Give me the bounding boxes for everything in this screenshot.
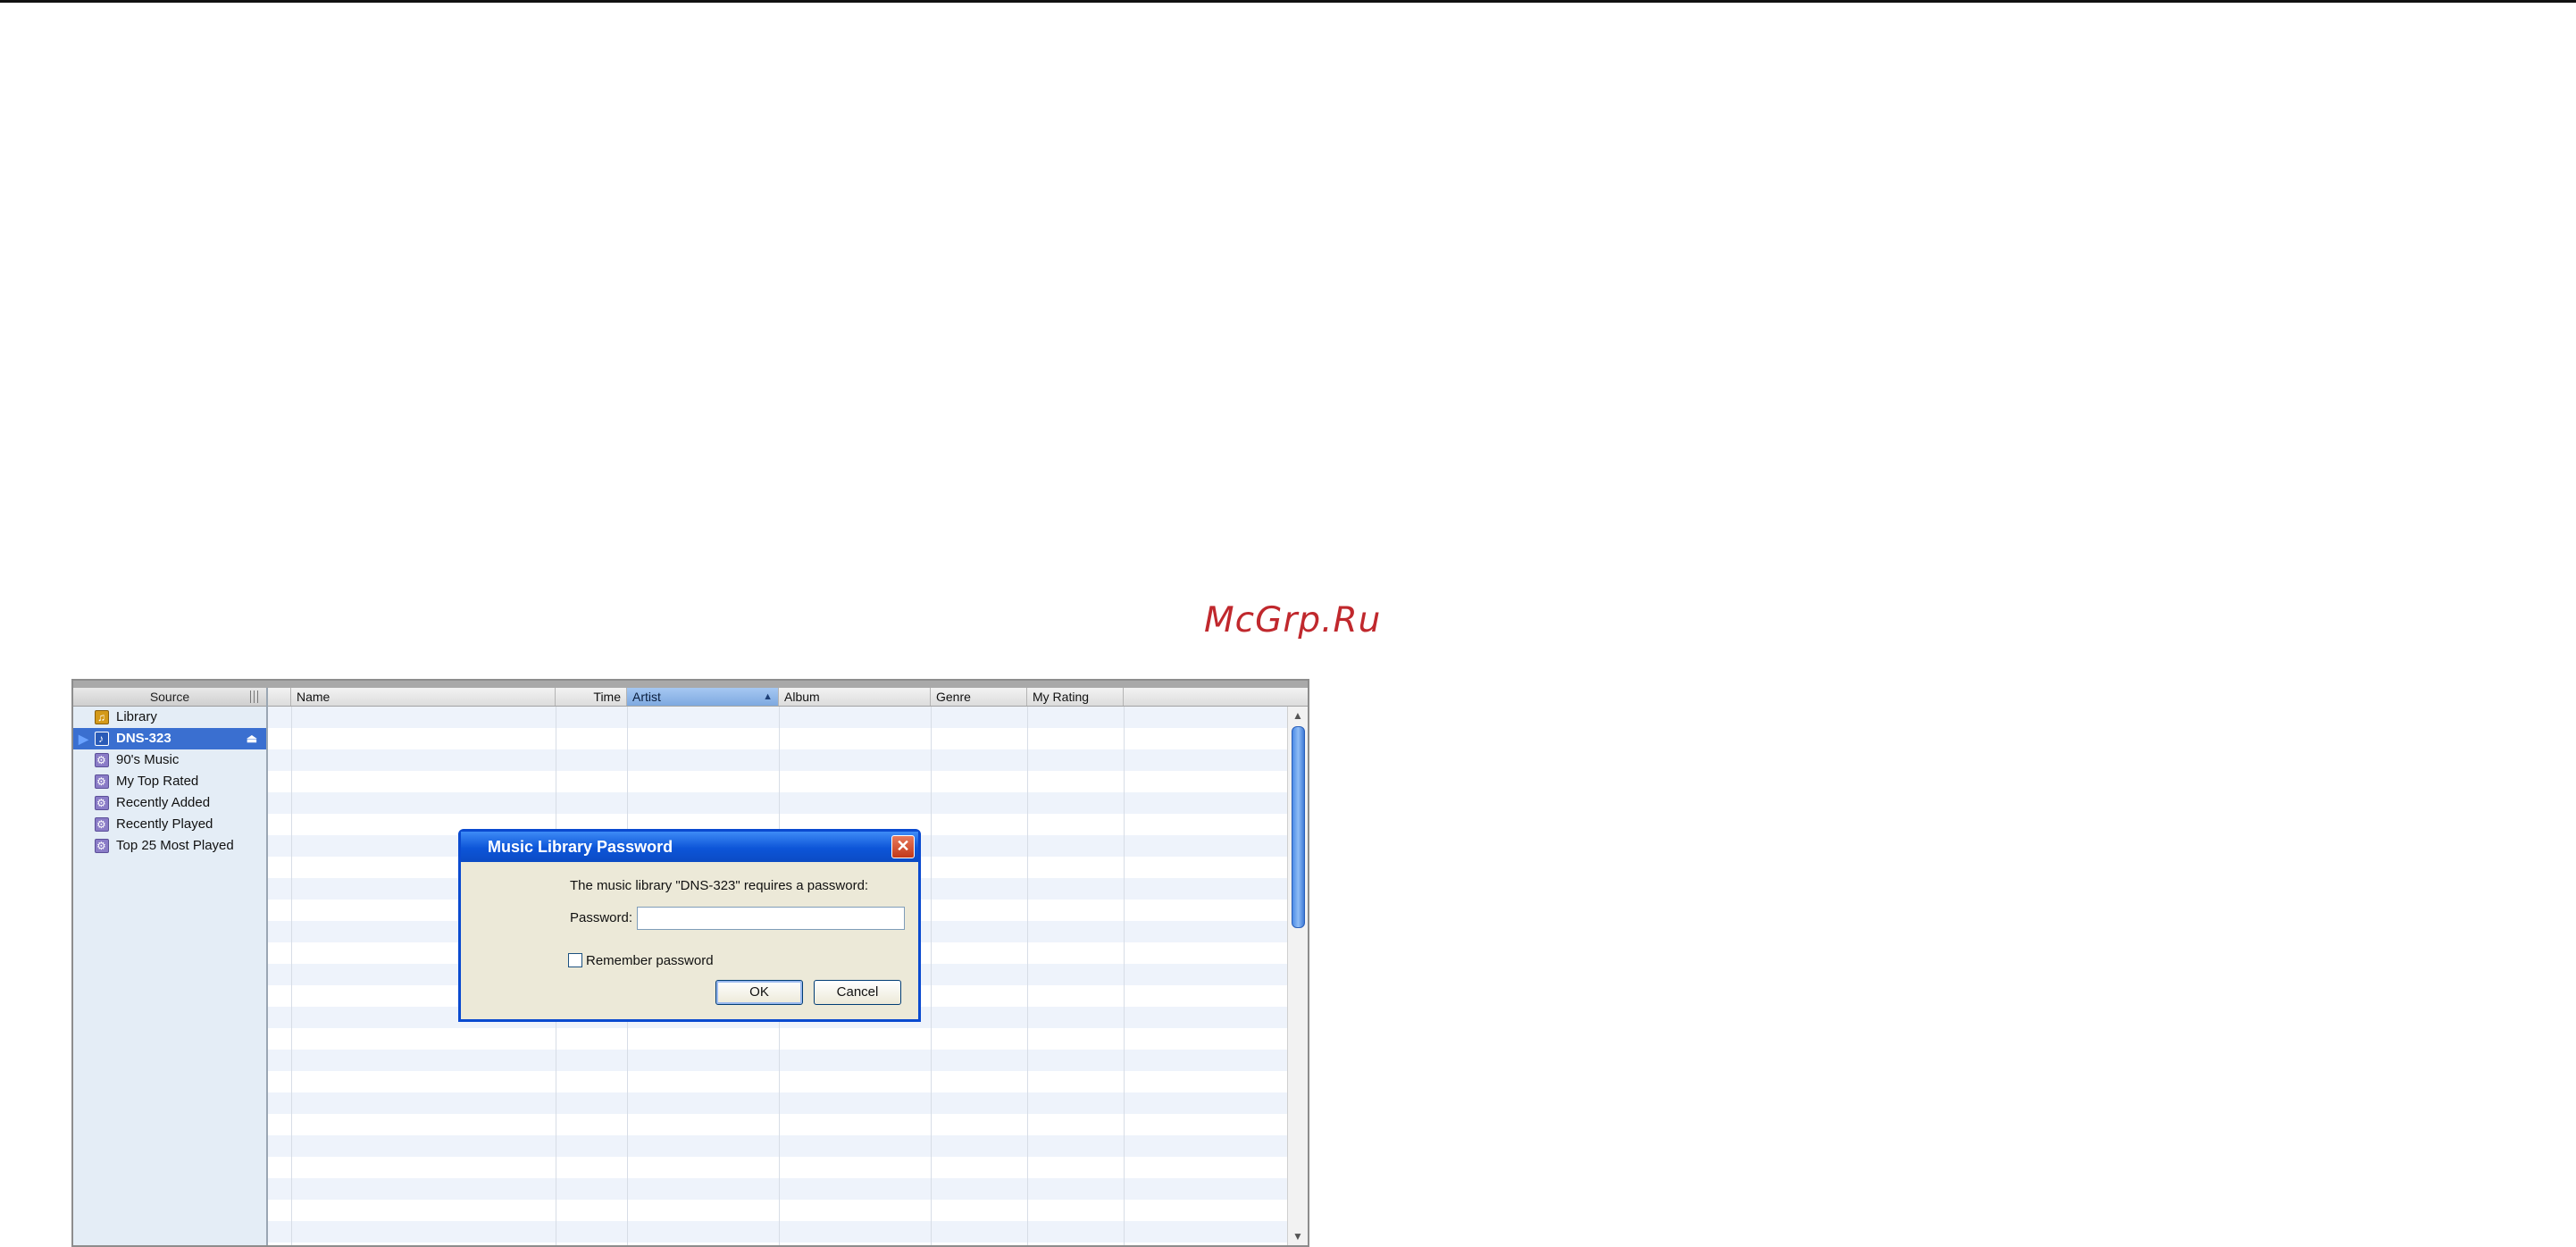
source-item-dns-323[interactable]: ▶ DNS-323 ⏏ bbox=[73, 728, 266, 749]
sort-ascending-icon: ▲ bbox=[763, 691, 773, 702]
ok-button[interactable]: OK bbox=[715, 980, 803, 1005]
password-dialog: Music Library Password ✕ The music libra… bbox=[458, 829, 921, 1022]
column-header-check[interactable] bbox=[268, 688, 291, 706]
dialog-title: Music Library Password bbox=[461, 832, 918, 862]
column-header-artist[interactable]: Artist ▲ bbox=[627, 688, 779, 706]
source-item-label: 90's Music bbox=[116, 752, 180, 767]
smart-playlist-icon bbox=[95, 771, 109, 792]
column-header-artist-label: Artist bbox=[632, 690, 661, 704]
source-item-label: Recently Played bbox=[116, 816, 213, 832]
source-item-90s-music[interactable]: 90's Music bbox=[73, 749, 266, 771]
resize-grip-icon[interactable] bbox=[250, 690, 261, 703]
source-item-recently-added[interactable]: Recently Added bbox=[73, 792, 266, 814]
scroll-thumb[interactable] bbox=[1292, 726, 1305, 928]
top-rule bbox=[0, 0, 2576, 3]
shared-library-icon bbox=[95, 728, 109, 749]
source-item-label: My Top Rated bbox=[116, 774, 199, 789]
column-header-name[interactable]: Name bbox=[291, 688, 556, 706]
source-item-label: Top 25 Most Played bbox=[116, 838, 234, 853]
cancel-button[interactable]: Cancel bbox=[814, 980, 901, 1005]
source-item-label: Library bbox=[116, 709, 157, 724]
remember-password-checkbox[interactable] bbox=[568, 953, 582, 967]
remember-password-option[interactable]: Remember password bbox=[568, 953, 714, 968]
column-header-time[interactable]: Time bbox=[556, 688, 627, 706]
source-item-top-25-most-played[interactable]: Top 25 Most Played bbox=[73, 835, 266, 857]
smart-playlist-icon bbox=[95, 749, 109, 771]
column-header-album[interactable]: Album bbox=[779, 688, 931, 706]
window-topbar bbox=[73, 681, 1308, 688]
remember-password-label: Remember password bbox=[586, 953, 714, 968]
close-icon[interactable]: ✕ bbox=[891, 835, 915, 858]
expand-arrow-icon[interactable]: ▶ bbox=[79, 728, 88, 749]
dialog-message: The music library "DNS-323" requires a p… bbox=[570, 878, 869, 893]
source-item-label: DNS-323 bbox=[116, 731, 171, 746]
password-label: Password: bbox=[570, 910, 633, 925]
password-input[interactable] bbox=[637, 907, 905, 930]
column-divider bbox=[291, 707, 292, 1245]
smart-playlist-icon bbox=[95, 792, 109, 814]
watermark: McGrp.Ru bbox=[1204, 600, 1382, 640]
vertical-scrollbar[interactable]: ▲ ▼ bbox=[1287, 707, 1308, 1245]
column-header-bar: Name Time Artist ▲ Album Genre My Rating bbox=[268, 688, 1308, 707]
smart-playlist-icon bbox=[95, 835, 109, 857]
column-divider bbox=[1124, 707, 1125, 1245]
source-item-my-top-rated[interactable]: My Top Rated bbox=[73, 771, 266, 792]
source-header-label: Source bbox=[149, 690, 190, 704]
source-sidebar: Source Library ▶ DNS-323 ⏏ 90's Music My… bbox=[73, 688, 268, 1245]
source-column-header[interactable]: Source bbox=[73, 688, 266, 707]
smart-playlist-icon bbox=[95, 814, 109, 835]
source-item-recently-played[interactable]: Recently Played bbox=[73, 814, 266, 835]
column-header-genre[interactable]: Genre bbox=[931, 688, 1027, 706]
column-header-rating[interactable]: My Rating bbox=[1027, 688, 1124, 706]
scroll-down-arrow-icon[interactable]: ▼ bbox=[1288, 1227, 1308, 1245]
source-item-library[interactable]: Library bbox=[73, 707, 266, 728]
library-icon bbox=[95, 707, 109, 728]
column-divider bbox=[1027, 707, 1028, 1245]
scroll-up-arrow-icon[interactable]: ▲ bbox=[1288, 707, 1308, 724]
eject-icon[interactable]: ⏏ bbox=[247, 728, 257, 749]
column-divider bbox=[931, 707, 932, 1245]
source-item-label: Recently Added bbox=[116, 795, 211, 810]
